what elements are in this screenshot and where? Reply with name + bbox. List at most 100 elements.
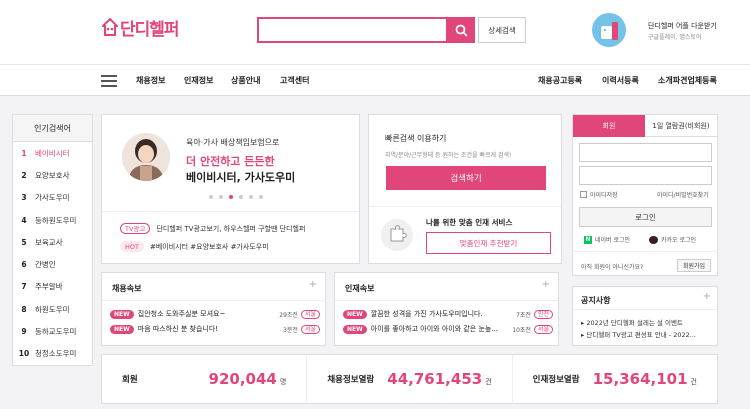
popular-item[interactable]: 2 요양보호사: [13, 164, 92, 186]
talent-news-item[interactable]: NEW 아이를 좋아하고 아이와 아이와 같은 눈높... 10초전 서울: [343, 323, 553, 335]
nav-product-info[interactable]: 상품안내: [231, 65, 260, 96]
hot-row[interactable]: HOT #베이비시터 #요양보호사 #가사도우미: [120, 241, 269, 252]
nav-post-job[interactable]: 채용공고등록: [538, 65, 582, 96]
divider: [102, 211, 359, 212]
stat-job-views: 채용정보열람 44,761,453 건: [307, 355, 513, 403]
rank: 5: [21, 237, 27, 247]
app-download-icon[interactable]: [592, 13, 626, 47]
popular-item[interactable]: 10 청정소도우미: [13, 343, 92, 365]
stat-value: 920,044: [208, 370, 277, 388]
id-field[interactable]: [579, 143, 712, 162]
job-news-text: 집안청소 도와주실분 모셔요~: [137, 310, 226, 318]
kakao-login[interactable]: 카카오 로그인: [649, 235, 696, 244]
search-icon: [455, 24, 468, 37]
job-news-more-icon[interactable]: +: [309, 279, 317, 290]
popular-item[interactable]: 1 베이비시터: [13, 142, 92, 164]
hot-tag: HOT: [120, 241, 144, 252]
rank: 9: [21, 327, 27, 337]
popular-item[interactable]: 3 가사도우미: [13, 187, 92, 209]
carousel-dot[interactable]: [219, 195, 223, 199]
new-badge: NEW: [343, 324, 367, 334]
naver-login[interactable]: N 네이버 로그인: [584, 235, 630, 244]
nav-talent-info[interactable]: 인재정보: [184, 65, 213, 96]
logo-text: 단디헬퍼: [120, 19, 180, 40]
stat-unit: 건: [485, 378, 492, 386]
region-badge: 인천: [533, 309, 553, 319]
job-news-title: 채용속보: [112, 284, 142, 293]
join-button[interactable]: 회원가입: [677, 259, 711, 272]
rank: 1: [21, 148, 27, 158]
nav-job-info[interactable]: 채용정보: [136, 65, 165, 96]
rank: 7: [21, 282, 27, 292]
quick-search-desc: 지역/분야/근무형태 등 원하는 조건을 빠르게 검색!: [385, 152, 512, 159]
stat-label: 회원: [122, 375, 138, 385]
hamburger-menu-icon[interactable]: [101, 75, 117, 87]
keyword: 등하원도우미: [35, 215, 77, 225]
popular-item[interactable]: 6 간병인: [13, 253, 92, 275]
login-button[interactable]: 로그인: [579, 207, 712, 227]
talent-news-title: 인재속보: [345, 284, 375, 293]
login-panel: 회원 1일 열람권(비회원) 아이디저장 아이디/비밀번호찾기 로그인 N 네이…: [572, 114, 718, 276]
carousel-dot[interactable]: [239, 195, 243, 199]
app-download-text[interactable]: 단디헬퍼 어플 다운받기 구글플레이, 앱스토어: [648, 21, 717, 43]
find-account-link[interactable]: 아이디/비밀번호찾기: [657, 190, 709, 199]
popular-keywords-title: 인기검색어: [13, 115, 92, 142]
notice-item[interactable]: ▸ 2022년 단디헬퍼 설레는 설 이벤트: [581, 317, 683, 327]
notice-item[interactable]: ▸ 단디헬퍼 TV광고 편성표 안내 - 2022...: [581, 329, 696, 339]
keyword: 하원도우미: [35, 304, 70, 314]
tab-day-pass[interactable]: 1일 열람권(비회원): [645, 115, 717, 137]
job-news-panel: 채용속보 + NEW 집안청소 도와주실분 모셔요~ 29조전 서울 NEW 마…: [101, 272, 326, 346]
job-news-text: 마음 따스하신 분 찾습니다!: [137, 325, 219, 333]
app-download-title: 단디헬퍼 어플 다운받기: [648, 22, 717, 30]
talent-news-more-icon[interactable]: +: [542, 279, 550, 290]
stat-value: 44,761,453: [387, 370, 483, 388]
quick-search-button[interactable]: 검색하기: [386, 166, 546, 190]
job-news-item[interactable]: NEW 집안청소 도와주실분 모셔요~ 29조전 서울: [110, 308, 320, 320]
password-field[interactable]: [579, 166, 712, 185]
keyword: 요양보호사: [35, 170, 70, 180]
carousel-dot[interactable]: [259, 195, 263, 199]
carousel-dot[interactable]: [249, 195, 253, 199]
popular-item[interactable]: 7 주부알바: [13, 276, 92, 298]
header: 단디헬퍼 상세검색 단디헬퍼 어플 다운받기 구글플레이, 앱스토어: [0, 0, 750, 64]
talent-news-item[interactable]: NEW 깔끔한 성격을 가진 가사도우미입니다. 7초전 인천: [343, 308, 553, 320]
popular-item[interactable]: 8 하원도우미: [13, 298, 92, 320]
carousel-dots[interactable]: [209, 195, 263, 199]
tv-ad-tag: TV광고: [120, 223, 151, 234]
job-news-time: 29조전: [279, 311, 298, 319]
tv-ad-row[interactable]: TV광고 단디헬퍼 TV광고보기, 하우스헬퍼 구할땐 단디헬퍼: [120, 223, 305, 234]
rank: 6: [21, 260, 27, 270]
popular-item[interactable]: 9 등하교도우미: [13, 320, 92, 342]
detail-search-button[interactable]: 상세검색: [478, 17, 526, 43]
tab-member[interactable]: 회원: [573, 115, 645, 137]
popular-keywords: 인기검색어 1 베이비시터 2 요양보호사 3 가사도우미 4 등하원도우미 5 보육교사…: [12, 114, 93, 366]
popular-item[interactable]: 4 등하원도우미: [13, 209, 92, 231]
nav-customer-center[interactable]: 고객센터: [280, 65, 309, 96]
naver-login-label: 네이버 로그인: [595, 237, 631, 244]
notice-more-icon[interactable]: +: [703, 291, 711, 302]
logo[interactable]: 단디헬퍼: [100, 15, 180, 40]
stat-label: 인재정보열람: [532, 375, 580, 385]
keyword: 주부알바: [35, 282, 63, 292]
save-id-row[interactable]: 아이디저장: [580, 190, 618, 199]
job-news-item[interactable]: NEW 마음 따스하신 분 찾습니다! 3분전 서울: [110, 323, 320, 335]
popular-item[interactable]: 5 보육교사: [13, 231, 92, 253]
new-badge: NEW: [343, 309, 367, 319]
quick-search-card: 빠른검색 이용하기 지역/분야/근무형태 등 원하는 조건을 빠르게 검색! 검…: [368, 114, 562, 264]
carousel-dot-active[interactable]: [229, 195, 233, 199]
save-id-checkbox[interactable]: [580, 191, 587, 198]
house-logo-icon: [100, 17, 120, 36]
keyword: 베이비시터: [35, 148, 70, 158]
promo-banner[interactable]: 육아·가사 배상책임보험으로 더 안전하고 든든한 베이비시터, 가사도우미 T…: [101, 114, 360, 264]
search-input[interactable]: [257, 17, 448, 43]
notice-item-text: 단디헬퍼 TV광고 편성표 안내 - 2022...: [586, 331, 696, 339]
puzzle-icon: [381, 219, 413, 251]
kakao-icon: [649, 235, 658, 244]
talent-news-panel: 인재속보 + NEW 깔끔한 성격을 가진 가사도우미입니다. 7초전 인천 N…: [334, 272, 559, 346]
nav-agency-register[interactable]: 소개파견업체등록: [658, 65, 717, 96]
talent-news-time: 7초전: [516, 311, 531, 319]
match-talent-button[interactable]: 맞춤인재 추천받기: [426, 232, 551, 254]
carousel-dot[interactable]: [209, 195, 213, 199]
nav-post-resume[interactable]: 이력서등록: [602, 65, 639, 96]
search-button[interactable]: [448, 17, 475, 43]
